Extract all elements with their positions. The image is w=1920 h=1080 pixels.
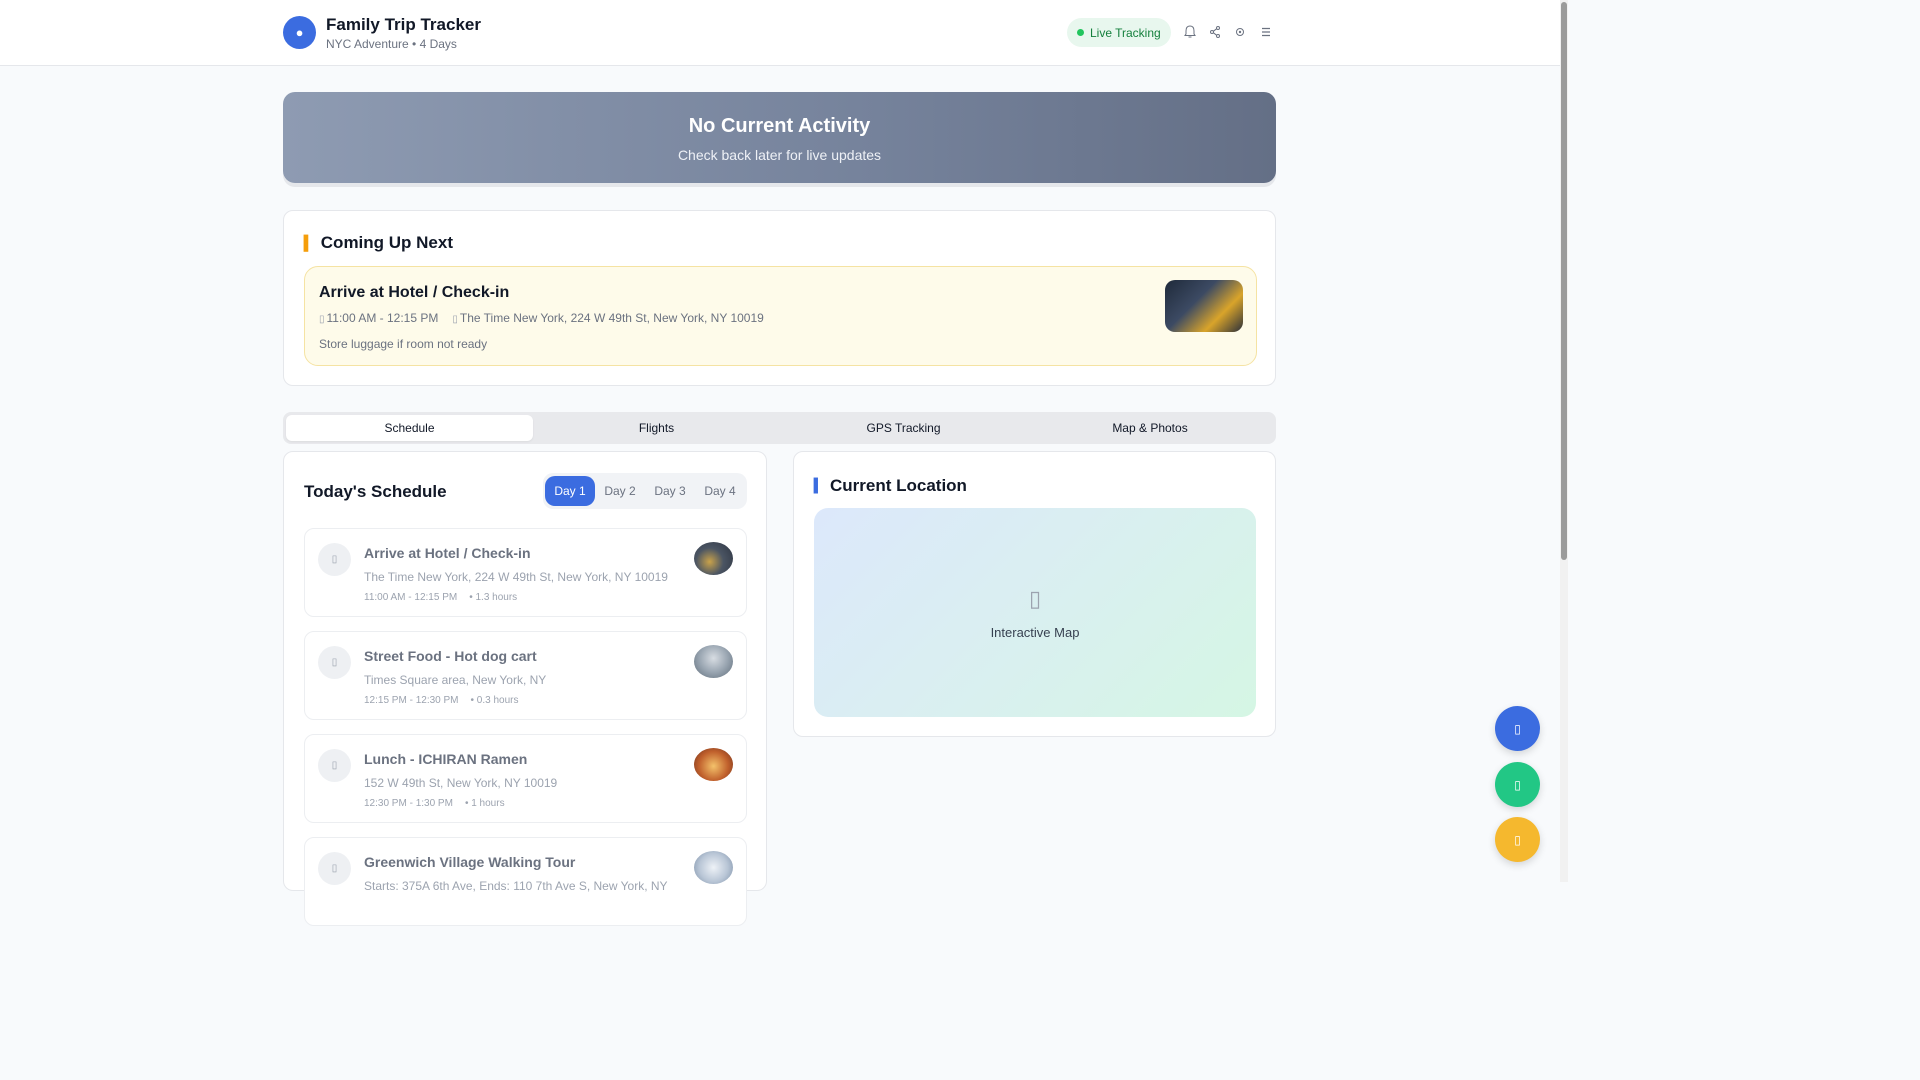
location-pin-icon: ▯ [452, 314, 458, 325]
schedule-item-title: Street Food - Hot dog cart [364, 648, 537, 664]
day-tab-2[interactable]: Day 2 [595, 476, 645, 506]
schedule-item-location: 152 W 49th St, New York, NY 10019 [364, 776, 558, 790]
settings-icon[interactable] [1233, 24, 1247, 40]
chat-icon: ▯ [1514, 832, 1521, 847]
live-status-dot [1077, 29, 1084, 36]
map-label: Interactive Map [990, 625, 1080, 640]
day-tab-4[interactable]: Day 4 [695, 476, 745, 506]
schedule-item-location: Starts: 375A 6th Ave, Ends: 110 7th Ave … [364, 879, 668, 893]
coming-up-heading: ▍ Coming Up Next [304, 233, 453, 253]
navigation-icon: ▯ [1514, 721, 1521, 736]
schedule-title: Today's Schedule [304, 482, 447, 501]
schedule-item-time: 11:00 AM - 12:15 PM [364, 592, 458, 603]
live-tracking-label: Live Tracking [1090, 25, 1161, 40]
share-icon[interactable] [1208, 24, 1222, 40]
next-activity-item[interactable]: Arrive at Hotel / Check-in ▯ 11:00 AM - 1… [304, 266, 1257, 366]
bell-icon[interactable] [1183, 24, 1197, 40]
day-tab-3[interactable]: Day 3 [645, 476, 695, 506]
schedule-item-title: Lunch - ICHIRAN Ramen [364, 751, 528, 767]
schedule-item[interactable]: ▯ Greenwich Village Walking Tour Starts:… [304, 837, 747, 926]
schedule-item-duration: • 1.3 hours [469, 592, 518, 603]
banner-subtitle: Check back later for live updates [677, 147, 882, 163]
tab-flights[interactable]: Flights [533, 415, 780, 441]
schedule-item-time: 12:15 PM - 12:30 PM [364, 695, 459, 706]
schedule-item-photo [694, 748, 733, 781]
trip-subtitle: NYC Adventure • 4 Days [326, 37, 457, 51]
next-activity-title: Arrive at Hotel / Check-in [319, 284, 510, 301]
schedule-item-duration: • 0.3 hours [470, 695, 519, 706]
day-selector: Day 1 Day 2 Day 3 Day 4 [543, 473, 747, 509]
schedule-item-duration: • 1 hours [464, 798, 505, 809]
coming-up-next-card: ▍ Coming Up Next Arrive at Hotel / Check… [283, 210, 1276, 386]
map-icon: ▯ [1028, 586, 1042, 611]
schedule-item[interactable]: ▯ Lunch - ICHIRAN Ramen 152 W 49th St, N… [304, 734, 747, 823]
schedule-item-time-row: 12:15 PM - 12:30 PM • 0.3 hours [364, 695, 518, 706]
page-scrollbar-thumb[interactable] [1561, 2, 1567, 560]
navigation-fab-button[interactable]: ▯ [1495, 706, 1540, 751]
interactive-map[interactable]: ▯ Interactive Map [814, 508, 1256, 717]
schedule-item[interactable]: ▯ Street Food - Hot dog cart Times Squar… [304, 631, 747, 720]
next-activity-time-wrap: ▯ 11:00 AM - 12:15 PM [319, 311, 438, 325]
app-title: Family Trip Tracker [326, 15, 481, 34]
tab-map-photos[interactable]: Map & Photos [1027, 415, 1273, 441]
current-location-heading: ▍ Current Location [814, 476, 967, 496]
tab-gps-tracking[interactable]: GPS Tracking [780, 415, 1027, 441]
schedule-item-time: 12:30 PM - 1:30 PM [364, 798, 453, 809]
camera-fab-button[interactable]: ▯ [1495, 762, 1540, 807]
schedule-panel: Today's Schedule Day 1 Day 2 Day 3 Day 4… [283, 451, 767, 926]
menu-icon[interactable] [1259, 24, 1273, 40]
next-activity-time: 11:00 AM - 12:15 PM [326, 311, 439, 325]
next-activity-meta: ▯ 11:00 AM - 12:15 PM ▯ The Time New York,… [319, 311, 764, 325]
schedule-item-location: The Time New York, 224 W 49th St, New Yo… [364, 570, 668, 584]
schedule-item[interactable]: ▯ Arrive at Hotel / Check-in The Time Ne… [304, 528, 747, 617]
food-icon: ▯ [318, 646, 351, 679]
next-activity-location: The Time New York, 224 W 49th St, New Yo… [459, 311, 764, 325]
clock-icon: ▯ [319, 314, 325, 325]
coming-up-heading-label: Coming Up Next [320, 233, 454, 252]
schedule-item-title: Greenwich Village Walking Tour [364, 854, 576, 870]
map-pin-logo-icon: ● [283, 16, 316, 49]
lightning-icon: ▍ [304, 234, 315, 251]
current-activity-banner: No Current Activity Check back later for… [283, 92, 1276, 183]
current-location-panel: ▍ Current Location ▯ Interactive Map [793, 451, 1276, 737]
banner-title: No Current Activity [688, 115, 871, 137]
schedule-item-photo [694, 851, 733, 884]
hotel-icon: ▯ [318, 543, 351, 576]
next-activity-location-wrap: ▯ The Time New York, 224 W 49th St, New Y… [452, 311, 763, 325]
schedule-item-time-row: 12:30 PM - 1:30 PM • 1 hours [364, 798, 505, 809]
restaurant-icon: ▯ [318, 749, 351, 782]
schedule-item-time-row: 11:00 AM - 12:15 PM • 1.3 hours [364, 592, 517, 603]
chat-fab-button[interactable]: ▯ [1495, 817, 1540, 862]
app-header: ● Family Trip Tracker NYC Adventure • 4 … [0, 0, 1560, 66]
day-tab-1[interactable]: Day 1 [545, 476, 595, 506]
location-pin-icon: ▍ [814, 478, 824, 493]
schedule-item-title: Arrive at Hotel / Check-in [364, 545, 531, 561]
schedule-item-photo [694, 645, 733, 678]
camera-icon: ▯ [1514, 777, 1521, 792]
live-tracking-badge: Live Tracking [1067, 18, 1171, 47]
hotel-photo [1165, 280, 1243, 332]
schedule-item-location: Times Square area, New York, NY [364, 673, 547, 687]
walking-icon: ▯ [318, 852, 351, 885]
schedule-item-photo [694, 542, 733, 575]
tab-schedule[interactable]: Schedule [286, 415, 533, 441]
main-tabs: Schedule Flights GPS Tracking Map & Phot… [283, 412, 1276, 444]
current-location-heading-label: Current Location [830, 476, 967, 495]
next-activity-note: Store luggage if room not ready [319, 337, 488, 351]
